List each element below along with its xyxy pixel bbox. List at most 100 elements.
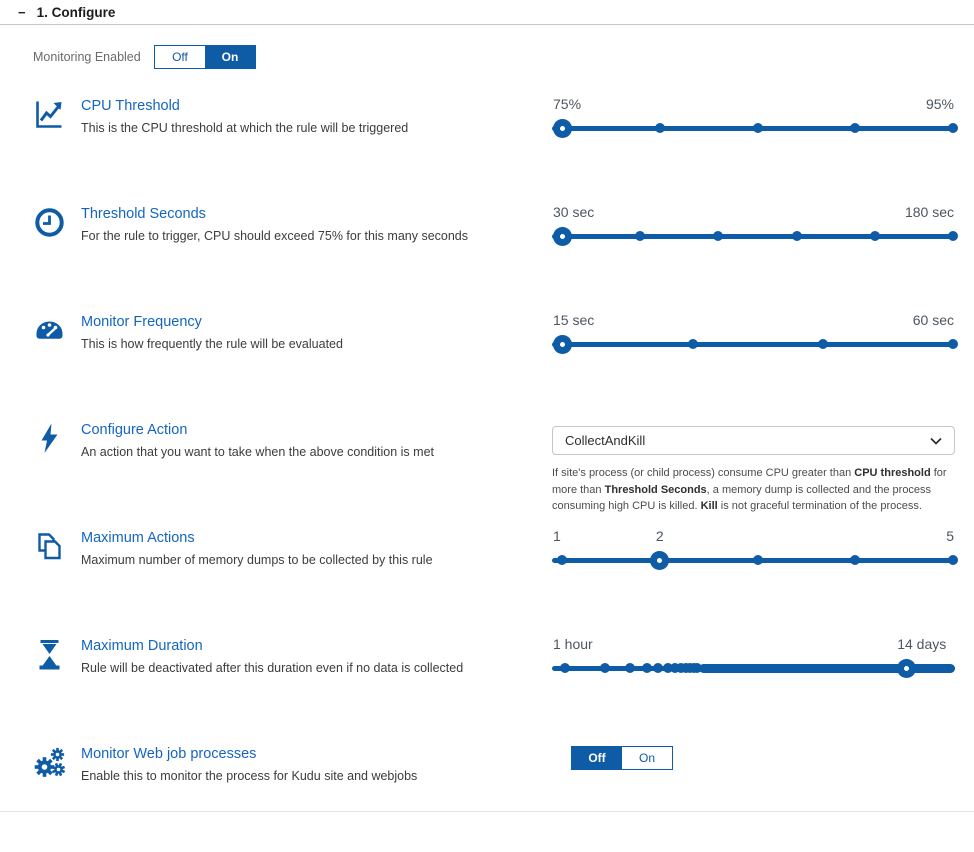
slider-tick (753, 123, 763, 133)
monitoring-enabled-row: Monitoring Enabled Off On (33, 45, 974, 69)
action-help-text: If site's process (or child process) con… (552, 465, 955, 515)
slider-labels: 30 sec 180 sec (552, 204, 955, 225)
slider-label: 5 (946, 528, 954, 544)
slider-tick (948, 555, 958, 565)
slider-labels: 1 hour 14 days (552, 636, 955, 657)
slider-labels: 75% 95% (552, 96, 955, 117)
maximum-duration-slider[interactable]: 1 hour 14 days (552, 636, 955, 682)
monitoring-on-button[interactable]: On (205, 46, 255, 68)
row-description: Rule will be deactivated after this dura… (81, 661, 552, 675)
gears-icon (33, 746, 66, 779)
config-row-maximum-actions: Maximum Actions Maximum number of memory… (0, 528, 974, 636)
slider-track[interactable] (552, 117, 955, 139)
row-title-maximum-duration: Maximum Duration (81, 637, 552, 656)
section-header: − 1. Configure (0, 0, 974, 25)
slider-tick (753, 555, 763, 565)
row-title-maximum-actions: Maximum Actions (81, 529, 552, 548)
config-row-monitor-frequency: Monitor Frequency This is how frequently… (0, 312, 974, 420)
row-description: Maximum number of memory dumps to be col… (81, 553, 552, 567)
row-description: Enable this to monitor the process for K… (81, 769, 552, 783)
cpu-chart-icon (33, 98, 66, 131)
monitoring-enabled-toggle: Off On (154, 45, 256, 69)
slider-tick (870, 231, 880, 241)
section-title: 1. Configure (37, 5, 116, 20)
slider-track[interactable] (552, 549, 955, 571)
slider-labels: 15 sec 60 sec (552, 312, 955, 333)
gauge-icon (33, 314, 66, 347)
slider-tick (653, 663, 663, 673)
action-select-value: CollectAndKill (565, 433, 645, 448)
webjobs-off-button[interactable]: Off (572, 747, 622, 769)
slider-track[interactable] (552, 657, 955, 679)
config-row-threshold-seconds: Threshold Seconds For the rule to trigge… (0, 204, 974, 312)
config-row-monitor-webjobs: Monitor Web job processes Enable this to… (0, 744, 974, 852)
slider-tick (600, 663, 610, 673)
slider-tick (948, 339, 958, 349)
row-description: This is how frequently the rule will be … (81, 337, 552, 351)
slider-thumb[interactable] (553, 227, 572, 246)
slider-thumb[interactable] (897, 659, 916, 678)
config-rows: CPU Threshold This is the CPU threshold … (0, 96, 974, 852)
slider-tick (642, 663, 652, 673)
configure-panel: − 1. Configure Monitoring Enabled Off On… (0, 0, 974, 817)
row-title-monitor-webjobs: Monitor Web job processes (81, 745, 552, 764)
slider-tick (560, 663, 570, 673)
chevron-down-icon (930, 437, 942, 445)
slider-tick (635, 231, 645, 241)
row-title-configure-action: Configure Action (81, 421, 552, 440)
row-description: An action that you want to take when the… (81, 445, 552, 459)
collapse-section-toggle[interactable]: − (18, 6, 26, 19)
config-row-cpu-threshold: CPU Threshold This is the CPU threshold … (0, 96, 974, 204)
slider-label: 15 sec (553, 312, 594, 328)
slider-tick (850, 555, 860, 565)
hourglass-icon (33, 638, 66, 671)
action-select[interactable]: CollectAndKill (552, 426, 955, 455)
slider-tick (557, 555, 567, 565)
slider-tick (713, 231, 723, 241)
row-title-cpu-threshold: CPU Threshold (81, 97, 552, 116)
slider-tick (688, 339, 698, 349)
slider-label: 2 (656, 528, 664, 544)
row-description: For the rule to trigger, CPU should exce… (81, 229, 552, 243)
slider-thumb[interactable] (650, 551, 669, 570)
row-description: This is the CPU threshold at which the r… (81, 121, 552, 135)
slider-label: 95% (926, 96, 954, 112)
monitor-frequency-slider[interactable]: 15 sec 60 sec (552, 312, 955, 358)
slider-tick (948, 231, 958, 241)
webjobs-on-button[interactable]: On (622, 747, 672, 769)
slider-merged-segment (699, 664, 955, 673)
slider-label: 75% (553, 96, 581, 112)
slider-label: 14 days (897, 636, 946, 652)
slider-tick (692, 663, 702, 673)
monitoring-off-button[interactable]: Off (155, 46, 205, 68)
config-row-maximum-duration: Maximum Duration Rule will be deactivate… (0, 636, 974, 744)
config-row-configure-action: Configure Action An action that you want… (0, 420, 974, 528)
pages-icon (33, 530, 66, 563)
row-title-monitor-frequency: Monitor Frequency (81, 313, 552, 332)
slider-tick (792, 231, 802, 241)
monitoring-enabled-label: Monitoring Enabled (33, 50, 154, 64)
slider-labels: 1 2 5 (552, 528, 955, 549)
slider-tick (818, 339, 828, 349)
maximum-actions-slider[interactable]: 1 2 5 (552, 528, 955, 574)
bottom-divider (0, 811, 974, 812)
clock-icon (33, 206, 66, 239)
threshold-seconds-slider[interactable]: 30 sec 180 sec (552, 204, 955, 250)
slider-thumb[interactable] (553, 119, 572, 138)
slider-label: 1 (553, 528, 561, 544)
slider-tick (948, 123, 958, 133)
slider-track[interactable] (552, 333, 955, 355)
slider-label: 1 hour (553, 636, 593, 652)
slider-tick (625, 663, 635, 673)
slider-thumb[interactable] (553, 335, 572, 354)
slider-tick (655, 123, 665, 133)
cpu-threshold-slider[interactable]: 75% 95% (552, 96, 955, 142)
slider-tick (850, 123, 860, 133)
slider-track[interactable] (552, 225, 955, 247)
slider-label: 30 sec (553, 204, 594, 220)
slider-label: 60 sec (913, 312, 954, 328)
row-title-threshold-seconds: Threshold Seconds (81, 205, 552, 224)
slider-label: 180 sec (905, 204, 954, 220)
lightning-icon (33, 422, 66, 455)
webjobs-toggle: Off On (571, 746, 673, 770)
